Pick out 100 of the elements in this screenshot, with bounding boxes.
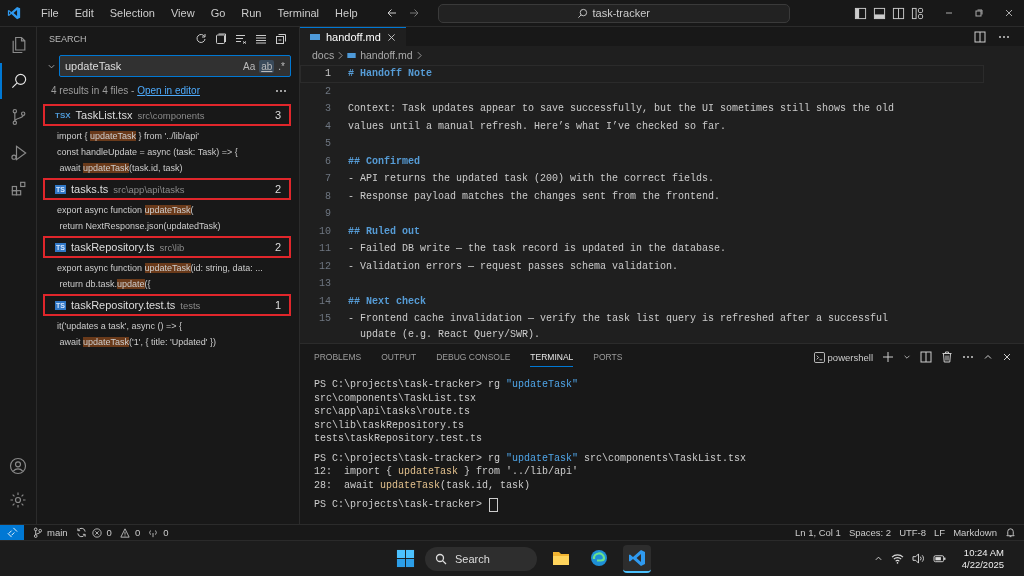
- panel-tab[interactable]: TERMINAL: [530, 347, 574, 367]
- status-item[interactable]: Markdown: [953, 527, 997, 538]
- chevron-down-icon[interactable]: [903, 353, 911, 361]
- match-count: 2: [274, 183, 281, 195]
- match-line[interactable]: return db.task.update({: [57, 276, 151, 292]
- code-line: ## Next check: [348, 294, 427, 309]
- collapse-all-icon[interactable]: [275, 33, 287, 45]
- search-option-toggle[interactable]: .*: [276, 59, 287, 73]
- results-summary: 4 results in 4 files - Open in editor: [51, 85, 200, 96]
- new-search-editor-icon[interactable]: [235, 33, 247, 45]
- more-icon[interactable]: [275, 88, 287, 93]
- speaker-icon[interactable]: [911, 553, 925, 564]
- warning-icon[interactable]: [119, 527, 130, 538]
- windows-start-icon[interactable]: [396, 549, 415, 568]
- menu-item[interactable]: View: [162, 7, 203, 19]
- split-terminal-icon[interactable]: [920, 351, 932, 363]
- account-icon[interactable]: [8, 456, 28, 476]
- branch-name[interactable]: main: [47, 527, 68, 538]
- match-count: 3: [274, 109, 281, 121]
- terminal-line: PS C:\projects\task-tracker> rg "updateTask": [314, 378, 579, 392]
- menu-item[interactable]: Terminal: [269, 7, 328, 19]
- split-editor-icon[interactable]: [974, 30, 986, 43]
- file-path: src\lib: [159, 241, 185, 253]
- line-number: 8: [324, 189, 332, 204]
- panel-tab[interactable]: PORTS: [593, 347, 623, 367]
- match-line[interactable]: it('updates a task', async () => {: [57, 318, 182, 334]
- clear-results-icon[interactable]: [215, 33, 227, 45]
- terminal-icon[interactable]: [813, 351, 825, 363]
- antenna-icon[interactable]: [148, 527, 159, 538]
- back-arrow-icon[interactable]: [385, 7, 398, 19]
- match-line[interactable]: export async function updateTask(id: string, data: ...: [57, 260, 263, 276]
- status-item[interactable]: Spaces: 2: [848, 527, 892, 538]
- list-view-icon[interactable]: [255, 33, 267, 45]
- match-line[interactable]: const handleUpdate = async (task: Task) => {: [57, 144, 238, 160]
- line-number: 11: [318, 242, 332, 256]
- terminal-name[interactable]: powershell: [827, 351, 873, 363]
- match-line[interactable]: await updateTask(task.id, task): [57, 160, 183, 176]
- settings-icon[interactable]: [8, 490, 28, 510]
- breadcrumb[interactable]: handoff.md: [360, 49, 413, 62]
- menu-item[interactable]: Go: [202, 7, 234, 19]
- panel-tab[interactable]: OUTPUT: [381, 347, 417, 367]
- menu-item[interactable]: File: [33, 7, 67, 19]
- match-line[interactable]: await updateTask('1', { title: 'Updated' }): [57, 334, 216, 350]
- add-terminal-icon[interactable]: [882, 351, 894, 363]
- clock-time[interactable]: 10:24 AM: [963, 546, 1004, 559]
- status-item[interactable]: Ln 1, Col 1: [794, 527, 841, 538]
- code-line: ## Confirmed: [348, 154, 421, 169]
- branch-icon[interactable]: [33, 527, 42, 538]
- ports-count[interactable]: 0: [163, 527, 169, 538]
- status-item[interactable]: LF: [934, 527, 946, 538]
- sidebar-layout-icon[interactable]: [854, 6, 867, 20]
- search-field[interactable]: updateTask Aa ab .*: [59, 55, 291, 77]
- menu-item[interactable]: Help: [327, 7, 366, 19]
- split-layout-icon[interactable]: [892, 6, 905, 20]
- code-line: - Validation errors — request passes schema validation.: [348, 259, 680, 274]
- command-center[interactable]: task-tracker: [437, 3, 790, 23]
- taskbar-search[interactable]: Search: [425, 546, 537, 571]
- warning-count[interactable]: 0: [134, 527, 141, 538]
- code-line: Context: Task updates appear to save successfully, but the UI sometimes still shows the old: [348, 102, 896, 116]
- panel-layout-icon[interactable]: [873, 6, 886, 20]
- breadcrumb[interactable]: docs: [312, 49, 335, 62]
- match-line[interactable]: import { updateTask } from '../lib/api': [57, 128, 200, 144]
- match-line[interactable]: return NextResponse.json(updatedTask): [57, 218, 221, 234]
- search-icon: [435, 552, 447, 565]
- menu-item[interactable]: Run: [233, 7, 270, 19]
- search-icon: [577, 7, 589, 19]
- battery-icon[interactable]: [932, 553, 946, 564]
- close-icon[interactable]: [1002, 352, 1012, 362]
- restore-icon[interactable]: [974, 8, 984, 18]
- error-count[interactable]: 0: [106, 527, 112, 538]
- sync-icon[interactable]: [75, 527, 87, 538]
- error-icon[interactable]: [91, 527, 102, 538]
- taskbar-app-button[interactable]: [623, 544, 651, 573]
- customize-layout-icon[interactable]: [911, 6, 924, 20]
- menu-item[interactable]: Selection: [101, 7, 163, 19]
- maximize-panel-icon[interactable]: [983, 352, 993, 362]
- forward-arrow-icon[interactable]: [407, 7, 420, 19]
- more-icon[interactable]: [998, 34, 1010, 39]
- file-result[interactable]: TSX TaskList.tsx src\components 3: [43, 104, 291, 126]
- clock-date[interactable]: 4/22/2025: [961, 558, 1004, 571]
- chevron-up-icon[interactable]: [873, 554, 883, 563]
- close-icon[interactable]: [1004, 8, 1014, 18]
- status-item[interactable]: UTF-8: [899, 527, 927, 538]
- bell-icon[interactable]: [1005, 527, 1016, 538]
- file-name: tasks.ts: [70, 183, 109, 195]
- wifi-icon[interactable]: [890, 553, 904, 564]
- trash-icon[interactable]: [941, 351, 953, 363]
- open-in-editor-link[interactable]: Open in editor: [137, 85, 200, 96]
- search-option-toggle[interactable]: Aa: [240, 59, 258, 73]
- match-line[interactable]: export async function updateTask(: [57, 202, 194, 218]
- close-icon[interactable]: [386, 32, 396, 42]
- panel-tab[interactable]: DEBUG CONSOLE: [436, 347, 511, 367]
- menu-item[interactable]: Edit: [66, 7, 102, 19]
- search-option-toggle[interactable]: ab: [259, 59, 275, 73]
- panel-tab[interactable]: PROBLEMS: [314, 347, 362, 367]
- match-count: 1: [274, 299, 281, 311]
- terminal-line: tests\taskRepository.test.ts: [314, 432, 483, 446]
- editor-tab[interactable]: handoff.md: [300, 27, 406, 47]
- refresh-icon[interactable]: [195, 33, 207, 45]
- more-icon[interactable]: [962, 355, 974, 359]
